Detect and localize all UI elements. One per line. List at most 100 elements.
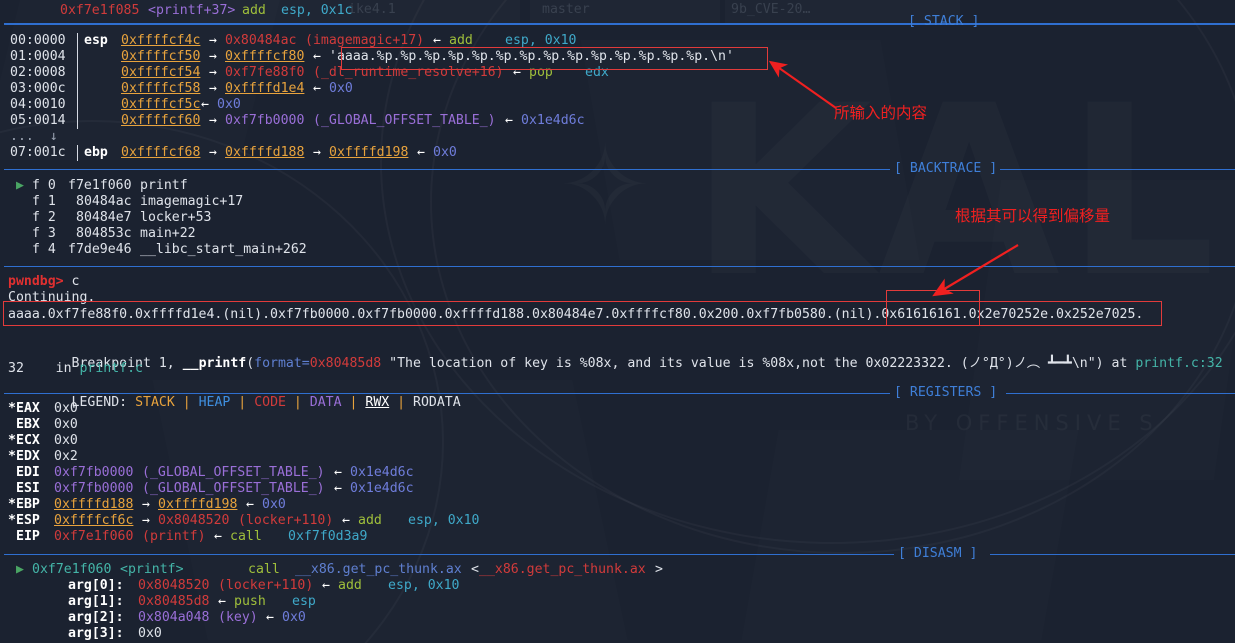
disasm-argument-label: arg[3]:	[68, 626, 124, 641]
disasm-argument-symbol: (key)	[218, 610, 258, 625]
backtrace-frame-address: f7de9e46	[68, 242, 132, 257]
register-symbol: (locker+110)	[238, 513, 334, 528]
paren-open: (	[246, 356, 255, 371]
register-value-2: 0x8048520	[158, 513, 230, 528]
registers-section-label: [ REGISTERS ]	[894, 385, 998, 400]
register-tail-value: 0x1e4d6c	[350, 465, 414, 480]
stack-row-operands: esp, 0x10	[505, 33, 577, 48]
pwndbg-terminal[interactable]: 0xf7e1f085 <printf+37> add esp, 0x1c [ S…	[0, 0, 1235, 643]
register-value: 0xffffd188	[54, 497, 134, 512]
register-name: EBP	[16, 497, 40, 512]
source-line-number: 32	[8, 361, 24, 376]
backtrace-frame-symbol: imagemagic+17	[140, 194, 244, 209]
stack-row-deref-arrow: →	[201, 113, 225, 128]
stack-row-symbol: (_GLOBAL_OFFSET_TABLE_)	[313, 113, 496, 128]
console-separator	[0, 258, 1235, 274]
stack-row-address: 0xffffcf60	[121, 113, 201, 128]
backtrace-frame-number: f 0	[32, 178, 56, 193]
stack-row-value: 0x0	[217, 97, 241, 112]
disasm-argument-value: 0x80485d8	[138, 594, 210, 609]
register-name: EAX	[16, 401, 40, 416]
stack-row-deref-arrow: →	[201, 33, 225, 48]
disasm-argument-symbol: (locker+110)	[218, 578, 314, 593]
register-changed-marker: *	[8, 449, 16, 464]
stack-row-mnemonic: add	[449, 33, 473, 48]
stack-column-divider	[77, 145, 78, 161]
stack-row-address: 0xffffcf5c	[121, 97, 201, 112]
disasm-argument-operands: esp, 0x10	[388, 578, 460, 593]
register-value: 0xf7fb0000	[54, 481, 134, 496]
breakpoint-arg-value: 0x80485d8	[309, 356, 382, 371]
annotation-input-content: 所输入的内容	[834, 104, 928, 122]
register-mnemonic: call	[230, 529, 262, 544]
register-operands: esp, 0x10	[408, 513, 480, 528]
stack-row-index: 05:0014	[10, 113, 66, 128]
register-symbol: (_GLOBAL_OFFSET_TABLE_)	[142, 465, 325, 480]
stack-row-target: 0xf7fb0000	[225, 113, 305, 128]
shell-prompt: pwndbg>	[8, 274, 64, 289]
stack-column-divider	[77, 49, 78, 65]
disasm-argument-label: arg[2]:	[68, 610, 124, 625]
source-file-name: printf.c	[79, 361, 144, 376]
register-name: ESI	[16, 481, 40, 496]
disasm-argument-tail: 0x0	[282, 610, 306, 625]
stack-row-value: 0x1e4d6c	[521, 113, 585, 128]
register-value-arrow: ←	[342, 513, 350, 528]
stack-row-value-arrow: ←	[313, 49, 321, 64]
stack-row-string-value: 'aaaa.%p.%p.%p.%p.%p.%p.%p.%p.%p.%p.%p.%…	[329, 49, 734, 64]
backtrace-frame-address: 80484ac	[76, 194, 132, 209]
backtrace-frame-address: 804853c	[76, 226, 132, 241]
disasm-mnemonic: call	[248, 562, 280, 577]
stack-row-register: esp	[84, 33, 108, 48]
disasm-argument-mnemonic: add	[338, 578, 362, 593]
stack-row-target: 0xffffd188	[225, 145, 305, 160]
backtrace-section-header: [ BACKTRACE ]	[0, 161, 1235, 177]
register-deref-arrow: →	[142, 513, 150, 528]
console-prompt-line: pwndbg> c	[0, 274, 79, 290]
register-name: EDI	[16, 465, 40, 480]
register-changed-marker: *	[8, 513, 16, 528]
stack-ellipsis: ... ↓	[10, 129, 58, 144]
register-value-arrow: ←	[334, 465, 342, 480]
stack-row-symbol: (imagemagic+17)	[305, 33, 425, 48]
stack-row-target: 0xffffcf80	[225, 49, 305, 64]
backtrace-frame-address: f7e1f060	[68, 178, 132, 193]
stack-section-header: [ STACK ]	[0, 14, 1235, 30]
disasm-argument-value: 0x8048520	[138, 578, 210, 593]
stack-row-value: 0x0	[433, 145, 457, 160]
register-name: ECX	[16, 433, 40, 448]
stack-row-deref-arrow: →	[201, 145, 225, 160]
backtrace-frame-number: f 1	[32, 194, 56, 209]
register-mnemonic: add	[358, 513, 382, 528]
stack-row-value-arrow: ←	[417, 145, 425, 160]
stack-row-address: 0xffffcf4c	[121, 33, 201, 48]
register-changed-marker: *	[8, 401, 16, 416]
register-value: 0x0	[54, 417, 78, 432]
backtrace-frame-address: 80484e7	[76, 210, 132, 225]
register-value-arrow: ←	[214, 529, 222, 544]
stack-row-value: 0x0	[329, 81, 353, 96]
stack-row-symbol: (_dl_runtime_resolve+16)	[313, 65, 504, 80]
stack-row-value-arrow: ←	[201, 97, 209, 112]
stack-row-target: 0xffffd1e4	[225, 81, 305, 96]
stack-row-deref-arrow-2: →	[313, 145, 329, 160]
register-name: EDX	[16, 449, 40, 464]
stack-row-address: 0xffffcf68	[121, 145, 201, 160]
console-source-line: 32 in printf.c	[0, 360, 143, 378]
stack-row-target: 0xf7fe88f0	[225, 65, 305, 80]
stack-row-operands: edx	[585, 65, 609, 80]
register-changed-marker: *	[8, 433, 16, 448]
disasm-angle-close: >	[655, 562, 663, 577]
registers-section-header: [ REGISTERS ]	[0, 385, 1235, 401]
disasm-argument-value: 0x804a048	[138, 610, 210, 625]
register-value: 0x0	[54, 401, 78, 416]
disasm-call-target: __x86.get_pc_thunk.ax	[295, 562, 462, 577]
stack-row-value-arrow: ←	[433, 33, 441, 48]
disasm-angle-open: <	[471, 562, 479, 577]
disasm-address: 0xf7e1f060	[32, 562, 112, 577]
stack-row-value-arrow: ←	[513, 65, 521, 80]
annotation-offset-hint: 根据其可以得到偏移量	[955, 207, 1111, 225]
stack-row-index: 07:001c	[10, 145, 66, 160]
register-name: ESP	[16, 513, 40, 528]
stack-row-register: ebp	[84, 145, 108, 160]
